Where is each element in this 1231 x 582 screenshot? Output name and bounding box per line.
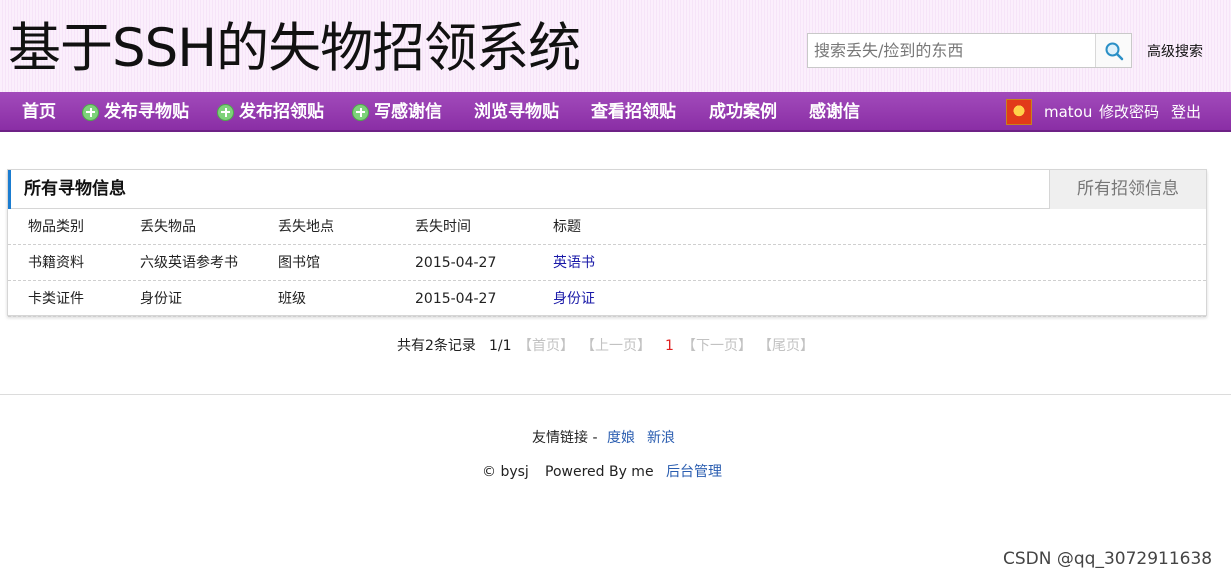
advanced-search-link[interactable]: 高级搜索 [1147,41,1203,61]
table-row: 卡类证件 身份证 班级 2015-04-27 身份证 [8,281,1206,317]
avatar [1006,99,1032,125]
nav-thanks-letters[interactable]: 感谢信 [809,92,860,132]
nav-post-lost[interactable]: 发布寻物贴 [82,92,189,132]
column-header: 丢失地点 [278,219,334,235]
nav-browse-lost[interactable]: 浏览寻物贴 [474,92,559,132]
table-cell: 身份证 [140,291,182,307]
search-box [807,33,1132,68]
nav-success-cases[interactable]: 成功案例 [709,92,777,132]
panel-header: 所有寻物信息 所有招领信息 [8,170,1206,209]
nav-write-thanks[interactable]: 写感谢信 [352,92,442,132]
admin-link[interactable]: 后台管理 [666,462,722,482]
panel-accent-bar [8,170,11,209]
plus-icon [82,103,99,121]
friend-links-label: 友情链接 - [532,430,598,446]
nav-label: 发布寻物贴 [104,102,189,122]
table-cell: 卡类证件 [28,291,84,307]
column-header: 物品类别 [28,219,84,235]
lost-items-panel: 所有寻物信息 所有招领信息 物品类别 丢失物品 丢失地点 丢失时间 标题 书籍资… [7,169,1207,317]
plus-icon [217,103,234,121]
title-link[interactable]: 身份证 [553,281,595,317]
column-header: 标题 [553,219,581,235]
panel-title: 所有寻物信息 [24,179,126,199]
copyright: © bysj [482,464,529,480]
logout-link[interactable]: 登出 [1171,92,1201,132]
friend-link-sina[interactable]: 新浪 [647,428,675,448]
table-cell: 书籍资料 [28,255,84,271]
search-input[interactable] [808,34,1095,67]
nav-label: 首页 [22,102,56,122]
table-row: 书籍资料 六级英语参考书 图书馆 2015-04-27 英语书 [8,245,1206,281]
watermark: CSDN @qq_3072911638 [1003,549,1213,569]
table-cell: 2015-04-27 [415,291,497,307]
prev-page-link[interactable]: 【上一页】 [581,336,651,356]
plus-icon [352,103,369,121]
table-cell: 图书馆 [278,255,320,271]
search-icon [1105,42,1123,60]
table-cell: 2015-04-27 [415,255,497,271]
column-header: 丢失物品 [140,219,196,235]
search-button[interactable] [1095,34,1131,67]
username-link[interactable]: matou [1044,92,1092,132]
first-page-link[interactable]: 【首页】 [518,336,574,356]
nav-view-found[interactable]: 查看招领贴 [591,92,676,132]
last-page-link[interactable]: 【尾页】 [758,336,814,356]
column-header: 丢失时间 [415,219,471,235]
nav-home[interactable]: 首页 [22,92,56,132]
friend-link-duniang[interactable]: 度娘 [607,428,635,448]
current-page[interactable]: 1 [665,336,674,356]
header: 基于SSH的失物招领系统 高级搜索 [0,0,1231,92]
title-link[interactable]: 英语书 [553,245,595,281]
nav-post-found[interactable]: 发布招领贴 [217,92,324,132]
next-page-link[interactable]: 【下一页】 [682,336,752,356]
powered-by: Powered By me [545,464,654,480]
nav-label: 写感谢信 [374,102,442,122]
page-indicator: 1/1 [489,338,512,354]
footer-divider [0,394,1231,395]
table-cell: 六级英语参考书 [140,255,238,271]
record-count: 共有2条记录 [397,338,476,354]
nav-label: 查看招领贴 [591,102,676,122]
pagination: 共有2条记录 1/1 【首页】 【上一页】 1 【下一页】 【尾页】 [0,336,1231,356]
nav-label: 发布招领贴 [239,102,324,122]
change-password-link[interactable]: 修改密码 [1099,92,1159,132]
table-cell: 班级 [278,291,306,307]
table-header-row: 物品类别 丢失物品 丢失地点 丢失时间 标题 [8,209,1206,245]
site-title: 基于SSH的失物招领系统 [8,18,581,79]
nav-label: 浏览寻物贴 [474,102,559,122]
tab-all-found[interactable]: 所有招领信息 [1049,170,1206,209]
nav-label: 感谢信 [809,102,860,122]
nav-label: 成功案例 [709,102,777,122]
